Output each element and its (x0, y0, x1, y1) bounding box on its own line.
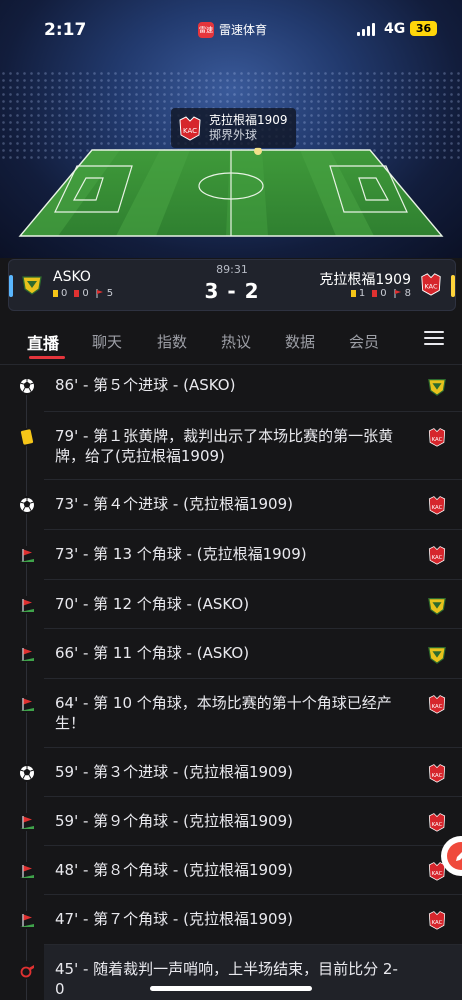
brand-name: 雷速体育 (219, 23, 268, 37)
home-team-badge-icon (427, 595, 447, 615)
away-yellow-count: 1 (358, 288, 366, 299)
away-corner-count: 8 (404, 288, 411, 299)
yellow-card-icon (350, 290, 356, 297)
svg-text:KAC: KAC (432, 871, 443, 877)
event-text: 47' - 第７个角球 - (克拉根福1909) (55, 910, 293, 928)
home-team-badge-icon (427, 644, 447, 664)
svg-text:KAC: KAC (432, 920, 443, 926)
row-divider (44, 678, 462, 679)
home-team-badge-icon (427, 376, 447, 396)
yellow-card-icon (18, 428, 36, 446)
event-text: 66' - 第 11 个角球 - (ASKO) (55, 644, 250, 662)
away-stats: 1 0 8 (350, 288, 411, 299)
corner-flag-icon (18, 546, 36, 564)
status-bar: 2:17 雷速 雷速体育 4G 36 (0, 0, 462, 58)
row-divider (44, 628, 462, 629)
event-text: 48' - 第８个角球 - (克拉根福1909) (55, 861, 293, 879)
corner-flag-icon (18, 645, 36, 663)
event-text: 59' - 第３个进球 - (克拉根福1909) (55, 763, 293, 781)
ball-icon (18, 377, 36, 395)
svg-text:KAC: KAC (432, 555, 443, 561)
event-text: 64' - 第 10 个角球，本场比赛的第十个角球已经产生！ (55, 694, 392, 732)
row-divider (44, 479, 462, 480)
row-divider (44, 411, 462, 412)
row-divider (44, 529, 462, 530)
svg-text:KAC: KAC (432, 773, 443, 779)
event-text: 70' - 第 12 个角球 - (ASKO) (55, 595, 250, 613)
ball-icon (18, 764, 36, 782)
corner-flag-icon (18, 695, 36, 713)
away-team-badge-icon: KAC (421, 273, 441, 296)
row-divider (44, 796, 462, 797)
away-team-badge-icon: KAC (427, 812, 447, 832)
corner-flag-icon (18, 596, 36, 614)
pitch (0, 140, 462, 250)
away-team-name: 克拉根福1909 (319, 272, 411, 288)
active-tab-indicator (29, 356, 65, 359)
ball-icon (18, 496, 36, 514)
row-divider (44, 894, 462, 895)
signal-icon (357, 23, 375, 36)
brand-logo-icon: 雷速 (198, 21, 214, 38)
tab-member[interactable]: 会员 (349, 331, 379, 352)
battery-icon: 36 (410, 21, 437, 36)
tab-bar: 直播 聊天 指数 热议 数据 会员 (0, 318, 462, 365)
corner-flag-icon (18, 862, 36, 880)
event-text: 59' - 第９个角球 - (克拉根福1909) (55, 812, 293, 830)
tab-data[interactable]: 数据 (285, 331, 315, 352)
tab-live[interactable]: 直播 (27, 330, 59, 354)
row-divider (44, 747, 462, 748)
corner-flag-icon (18, 911, 36, 929)
svg-text:KAC: KAC (432, 505, 443, 511)
away-team-badge-icon: KAC (427, 910, 447, 930)
pencil-icon (456, 852, 462, 861)
live-event-popup: KAC 克拉根福1909 掷界外球 (171, 108, 296, 148)
away-team-badge-icon: KAC (427, 545, 447, 565)
svg-text:KAC: KAC (432, 437, 443, 443)
svg-text:KAC: KAC (432, 822, 443, 828)
away-team-badge-icon: KAC (427, 427, 447, 447)
tab-chat[interactable]: 聊天 (92, 331, 122, 352)
away-team-badge-icon: KAC (179, 116, 201, 141)
event-text: 73' - 第 13 个角球 - (克拉根福1909) (55, 545, 307, 563)
app-brand: 雷速 雷速体育 (198, 21, 267, 38)
whistle-icon (18, 961, 36, 979)
popup-event-type: 掷界外球 (209, 128, 258, 142)
clock: 2:17 (44, 20, 87, 40)
event-text: 45' - 随着裁判一声哨响，上半场结束，目前比分 2-0 (55, 960, 398, 998)
menu-icon[interactable] (424, 331, 444, 346)
svg-text:KAC: KAC (432, 704, 443, 710)
event-text: 73' - 第４个进球 - (克拉根福1909) (55, 495, 293, 513)
timeline-line (26, 380, 27, 1000)
network-type: 4G (384, 21, 406, 37)
row-divider (44, 845, 462, 846)
away-red-count: 0 (380, 288, 387, 299)
popup-team-name: 克拉根福1909 (209, 113, 288, 127)
row-divider (44, 579, 462, 580)
red-card-icon (372, 290, 378, 297)
away-team-badge-icon: KAC (427, 763, 447, 783)
home-indicator[interactable] (150, 986, 312, 991)
row-divider (44, 944, 462, 945)
tab-discussion[interactable]: 热议 (221, 331, 251, 352)
svg-text:KAC: KAC (425, 283, 438, 291)
tab-odds[interactable]: 指数 (157, 331, 187, 352)
away-team-badge-icon: KAC (427, 495, 447, 515)
event-text: 86' - 第５个进球 - (ASKO) (55, 376, 236, 394)
svg-text:KAC: KAC (183, 127, 197, 135)
corner-flag-icon (18, 813, 36, 831)
event-text: 79' - 第１张黄牌，裁判出示了本场比赛的第一张黄牌，给了(克拉根福1909) (55, 427, 394, 465)
away-team-badge-icon: KAC (427, 694, 447, 714)
corner-flag-icon (394, 289, 401, 298)
scoreboard[interactable]: ASKO 0 0 5 89:31 3 - 2 克拉根福1909 1 0 8 KA… (8, 259, 456, 311)
